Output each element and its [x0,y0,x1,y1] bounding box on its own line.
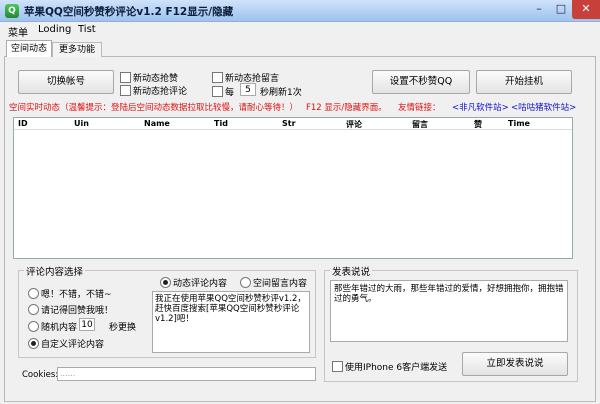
comment-option-custom[interactable]: 自定义评论内容 [28,337,104,350]
dynamic-comment-label: 新动态抢评论 [133,87,188,97]
status-tip: 空间实时动态（温馨提示：登陆后空间动态数据拉取比较慢，请耐心等待！） [9,103,299,113]
every-suffix: 秒刷新1次 [260,88,302,98]
dynamic-table[interactable]: ID Uin Name Tid Str 评论 留言 赞 Time [13,117,573,259]
cookies-label: Cookies: [22,370,59,380]
tab-more-features[interactable]: 更多功能 [52,42,102,57]
mode-dynamic-label: 动态评论内容 [173,279,228,289]
close-button[interactable]: ✕ [572,0,600,19]
set-no-like-qq-button[interactable]: 设置不秒赞QQ [372,70,470,94]
random-interval-input[interactable]: 10 [79,318,95,331]
radio-button[interactable] [28,321,39,332]
mode-message-label: 空间留言内容 [253,279,308,289]
app-icon: Q [5,4,19,18]
radio-button[interactable] [28,288,39,299]
comment-option-1-label: 嗯！不错，不错~ [41,290,112,300]
maximize-button[interactable]: □ [550,0,572,19]
col-name[interactable]: Name [144,119,170,128]
mode-dynamic-comment[interactable]: 动态评论内容 [160,276,227,289]
mode-space-message[interactable]: 空间留言内容 [240,276,307,289]
col-str[interactable]: Str [282,119,296,128]
checkbox-box[interactable] [120,85,131,96]
comment-group-title: 评论内容选择 [24,264,86,278]
col-message[interactable]: 留言 [412,119,428,130]
checkbox-box[interactable] [212,72,223,83]
col-comment[interactable]: 评论 [346,119,362,130]
links-label: 友情链接： [398,103,441,113]
switch-account-button[interactable]: 切换帐号 [18,70,114,94]
radio-button[interactable] [160,277,171,288]
iphone-checkbox[interactable]: 使用IPhone 6客户端发送 [332,360,447,373]
col-id[interactable]: ID [18,119,28,128]
comment-option-2[interactable]: 请记得回赞我哦！ [28,303,113,316]
comment-textarea[interactable]: 我正在使用苹果QQ空间秒赞秒评v1.2，赶快百度搜索[苹果QQ空间秒赞秒评论v1… [152,291,310,353]
refresh-interval-input[interactable]: 5 [240,83,256,96]
post-now-button[interactable]: 立即发表说说 [462,352,568,376]
comment-option-1[interactable]: 嗯！不错，不错~ [28,287,112,300]
cookies-input[interactable]: ...... [57,367,316,381]
radio-button[interactable] [28,304,39,315]
dynamic-comment-checkbox[interactable]: 新动态抢评论 [120,84,187,97]
col-time[interactable]: Time [508,119,530,128]
dynamic-like-label: 新动态抢赞 [133,74,179,84]
friend-link-2[interactable]: <咕咕猪软件站> [511,101,576,113]
random-interval-suffix: 秒更换 [109,323,137,333]
tab-space-dynamic[interactable]: 空间动态 [6,40,52,57]
comment-option-random[interactable]: 随机内容 [28,320,77,333]
friend-link-1[interactable]: <非凡软件站> [452,101,509,113]
iphone-checkbox-label: 使用IPhone 6客户端发送 [345,363,448,373]
menu-item-loding[interactable]: Loding [38,24,71,35]
radio-button[interactable] [28,338,39,349]
comment-option-2-label: 请记得回赞我哦！ [41,306,114,316]
checkbox-box[interactable] [120,72,131,83]
col-like[interactable]: 赞 [474,119,482,130]
col-tid[interactable]: Tid [214,119,228,128]
comment-option-custom-label: 自定义评论内容 [41,340,105,350]
menu-item-menu[interactable]: 菜单 [8,24,28,39]
table-header: ID Uin Name Tid Str 评论 留言 赞 Time [14,118,572,130]
comment-option-random-label: 随机内容 [41,323,78,333]
post-group-title: 发表说说 [330,264,373,278]
col-uin[interactable]: Uin [74,119,89,128]
dynamic-like-checkbox[interactable]: 新动态抢赞 [120,71,178,84]
f12-hint: F12 显示/隐藏界面。 [306,103,387,113]
checkbox-box[interactable] [212,86,223,97]
window-title: 苹果QQ空间秒赞秒评论v1.2 F12显示/隐藏 [24,6,234,18]
checkbox-box[interactable] [332,361,343,372]
minimize-button[interactable]: – [528,0,550,19]
start-hang-button[interactable]: 开始挂机 [476,70,572,94]
refresh-interval-checkbox[interactable]: 每 [212,85,234,98]
post-textarea[interactable]: 那些年错过的大雨，那些年错过的爱情，好想拥抱你，拥抱错过的勇气。 [330,280,568,342]
menu-item-tist[interactable]: Tist [78,24,96,35]
every-prefix: 每 [225,88,235,98]
radio-button[interactable] [240,277,251,288]
